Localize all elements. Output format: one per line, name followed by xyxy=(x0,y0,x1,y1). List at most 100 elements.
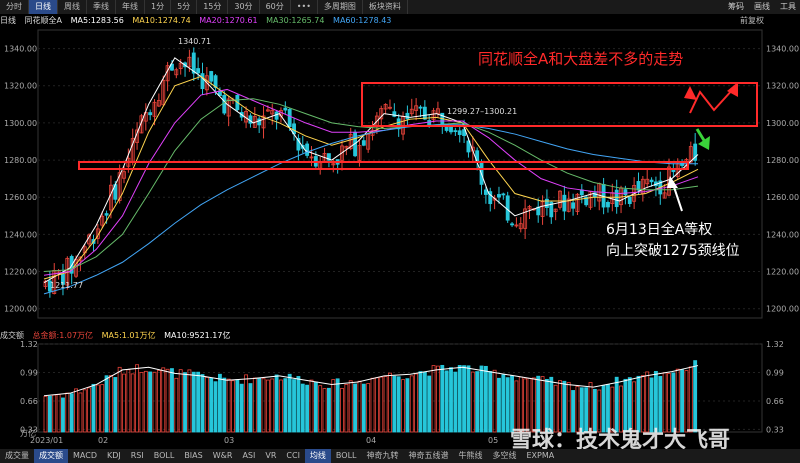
y-tick-right: 1260.00 xyxy=(766,193,799,202)
candle-body xyxy=(209,71,214,82)
indicator-tab-12[interactable]: BOLL xyxy=(331,449,362,463)
volume-bar xyxy=(109,375,113,433)
candle-body xyxy=(196,68,201,74)
y-tick-left: 1280.00 xyxy=(4,156,37,165)
x-tick: 03 xyxy=(224,436,234,445)
candle-body xyxy=(405,112,410,120)
y-tick-right: 1200.00 xyxy=(766,305,799,314)
volume-bar xyxy=(148,371,153,433)
volume-bar xyxy=(348,380,353,433)
indicator-tab-8[interactable]: ASI xyxy=(237,449,260,463)
indicator-tab-17[interactable]: EXPMA xyxy=(521,449,559,463)
volume-bar xyxy=(244,374,249,433)
volume-y-tick-right: 0.66 xyxy=(766,397,784,406)
volume-bar xyxy=(217,373,222,433)
volume-bar xyxy=(95,384,100,433)
indicator-tab-7[interactable]: W&R xyxy=(208,449,238,463)
volume-bar xyxy=(117,366,122,433)
indicator-tab-14[interactable]: 神奇五线谱 xyxy=(403,449,453,463)
y-tick-right: 1340.00 xyxy=(766,45,799,54)
volume-bar xyxy=(326,387,331,433)
y-tick-left: 1220.00 xyxy=(4,268,37,277)
indicator-tab-13[interactable]: 神奇九转 xyxy=(361,449,403,463)
volume-bar xyxy=(122,373,126,433)
volume-y-tick-left: 0.66 xyxy=(20,397,38,406)
y-tick-right: 1280.00 xyxy=(766,156,799,165)
volume-bar xyxy=(270,378,275,433)
volume-y-tick-right: 0.33 xyxy=(766,425,784,434)
volume-ma10: MA10:9521.17亿 xyxy=(164,331,231,340)
candle-body xyxy=(427,120,432,126)
y-tick-right: 1220.00 xyxy=(766,268,799,277)
volume-bar xyxy=(47,395,52,433)
low-price-label: 1211.77 xyxy=(50,281,83,290)
volume-bar xyxy=(65,392,70,433)
neckline-box xyxy=(78,161,689,170)
ma-line-ma5 xyxy=(43,57,699,284)
zigzag-arrow-head-1 xyxy=(684,86,697,100)
x-tick: 04 xyxy=(366,436,376,445)
ex-rights-label[interactable]: 前复权 xyxy=(740,14,764,27)
candle-body xyxy=(257,118,262,126)
candle-body xyxy=(422,106,427,120)
candle-body xyxy=(274,111,279,120)
candle-body xyxy=(497,194,501,198)
volume-bar xyxy=(296,376,301,433)
volume-bar xyxy=(274,374,279,433)
volume-bar xyxy=(353,383,358,433)
volume-bar xyxy=(449,367,453,433)
candle-body xyxy=(283,107,288,111)
volume-bar xyxy=(462,365,467,433)
candle-body xyxy=(483,189,488,195)
indicator-tab-0[interactable]: 成交量 xyxy=(0,449,34,463)
headline-annotation: 同花顺全A和大盘差不多的走势 xyxy=(478,50,684,68)
volume-bar xyxy=(444,370,449,433)
resistance-box xyxy=(361,82,758,127)
volume-bar xyxy=(357,380,362,433)
indicator-tab-15[interactable]: 牛熊线 xyxy=(453,449,487,463)
volume-bar xyxy=(292,379,296,433)
candle-body xyxy=(505,195,510,221)
candle-body xyxy=(501,193,506,196)
indicator-tab-16[interactable]: 多空线 xyxy=(487,449,521,463)
volume-bar xyxy=(252,377,257,433)
volume-bar xyxy=(78,392,83,433)
indicator-tab-2[interactable]: MACD xyxy=(68,449,102,463)
y-tick-left: 1200.00 xyxy=(4,305,37,314)
indicator-tab-5[interactable]: BOLL xyxy=(149,449,180,463)
candle-body xyxy=(606,201,610,208)
indicator-tab-3[interactable]: KDJ xyxy=(102,449,126,463)
volume-bar xyxy=(488,371,493,433)
candle-body xyxy=(562,194,567,212)
indicator-tab-6[interactable]: BIAS xyxy=(179,449,207,463)
ma-line-ma30 xyxy=(43,98,699,273)
volume-legend: 成交额 总金额:1.07万亿 MA5:1.01万亿 MA10:9521.17亿 xyxy=(0,330,800,342)
volume-bar xyxy=(226,378,231,433)
indicator-tab-10[interactable]: CCI xyxy=(281,449,305,463)
volume-y-tick-left: 0.99 xyxy=(20,368,38,377)
candle-body xyxy=(571,202,576,209)
event-annotation-line1: 6月13日全A等权 xyxy=(606,222,713,238)
volume-bar xyxy=(113,377,118,433)
indicator-tab-11[interactable]: 均线 xyxy=(304,449,331,463)
indicator-tab-1[interactable]: 成交额 xyxy=(34,449,68,463)
volume-bar xyxy=(344,383,349,433)
y-tick-left: 1320.00 xyxy=(4,82,37,91)
volume-bar xyxy=(479,365,484,433)
volume-bar xyxy=(261,378,266,433)
candle-body xyxy=(361,140,366,146)
volume-bar xyxy=(418,371,423,433)
volume-bar xyxy=(174,377,179,433)
y-tick-left: 1260.00 xyxy=(4,193,37,202)
indicator-tab-4[interactable]: RSI xyxy=(126,449,149,463)
candle-body xyxy=(627,196,632,205)
candle-body xyxy=(305,143,310,156)
indicator-tab-9[interactable]: VR xyxy=(260,449,281,463)
x-tick: 2023/01 xyxy=(30,436,63,445)
volume-bar xyxy=(196,371,201,433)
volume-bar xyxy=(139,372,144,433)
candle-body xyxy=(418,106,423,109)
high-price-label: 1340.71 xyxy=(178,37,211,46)
candle-body xyxy=(148,112,153,116)
volume-bar xyxy=(191,371,196,433)
